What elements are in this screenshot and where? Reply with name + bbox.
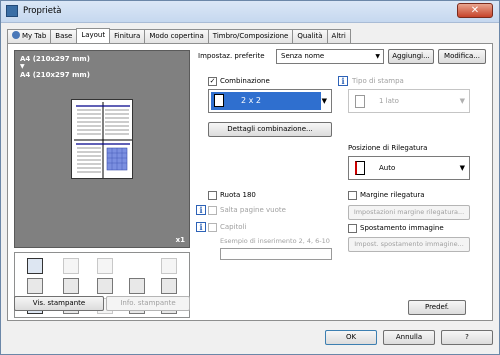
binding-position-label: Posizione di Rilegatura bbox=[348, 144, 428, 152]
printer-view-button[interactable]: Vis. stampante bbox=[14, 296, 104, 311]
print-preview: A4 (210x297 mm) ▼ A4 (210x297 mm) x1 bbox=[14, 50, 190, 248]
binding-margin-label: Margine rilegatura bbox=[360, 191, 425, 199]
font-icon[interactable] bbox=[97, 278, 113, 294]
tab-layout[interactable]: Layout bbox=[76, 28, 111, 43]
tab-qualita[interactable]: Qualità bbox=[292, 29, 328, 43]
tab-my-tab[interactable]: My Tab bbox=[7, 29, 52, 43]
cancel-button[interactable]: Annulla bbox=[383, 330, 435, 345]
user-icon bbox=[12, 31, 20, 39]
combination-select[interactable]: 2 x 2 ▼ bbox=[208, 89, 332, 113]
chapters-label: Capitoli bbox=[220, 223, 247, 231]
binding-margin-settings-button[interactable]: Impostazioni margine rilegatura... bbox=[348, 205, 470, 220]
poster-icon[interactable] bbox=[63, 258, 79, 274]
chapters-example: Esempio di inserimento 2, 4, 6-10 bbox=[220, 237, 330, 245]
binding-position-select[interactable]: Auto ▼ bbox=[348, 156, 470, 180]
rotate180-checkbox[interactable] bbox=[208, 191, 217, 200]
print-type-value: 1 lato bbox=[379, 97, 399, 105]
image-shift-label: Spostamento immagine bbox=[360, 224, 444, 232]
binding-edge-icon bbox=[355, 161, 365, 175]
binding-margin-checkbox[interactable] bbox=[348, 191, 357, 200]
window-title: Proprietà bbox=[23, 6, 62, 16]
page-layout-graphic bbox=[74, 102, 132, 178]
tab-altri[interactable]: Altri bbox=[326, 29, 351, 43]
add-favorite-button[interactable]: Aggiungi... bbox=[388, 49, 434, 64]
print-type-label: Tipo di stampa bbox=[352, 77, 404, 85]
chapters-input[interactable] bbox=[220, 248, 332, 260]
binding-position-value: Auto bbox=[379, 164, 396, 172]
properties-window: Proprietà ✕ My Tab Base Layout Finitura … bbox=[0, 0, 500, 355]
info-icon: i bbox=[196, 222, 206, 232]
rotate-icon[interactable] bbox=[161, 258, 177, 274]
tab-base[interactable]: Base bbox=[50, 29, 78, 43]
default-button[interactable]: Predef. bbox=[408, 300, 466, 315]
combination-details-button[interactable]: Dettagli combinazione... bbox=[208, 122, 332, 137]
image-shift-checkbox[interactable] bbox=[348, 224, 357, 233]
favorites-label: Impostaz. preferite bbox=[198, 52, 265, 60]
chevron-down-icon: ▼ bbox=[459, 164, 465, 172]
printer-info-button[interactable]: Info. stampante bbox=[106, 296, 190, 311]
favorites-select[interactable]: Senza nome ▼ bbox=[276, 49, 384, 64]
source-paper-size: A4 (210x297 mm) bbox=[20, 55, 90, 63]
close-button[interactable]: ✕ bbox=[457, 3, 493, 18]
chevron-down-icon: ▼ bbox=[375, 53, 380, 60]
combination-icon[interactable] bbox=[27, 258, 43, 274]
combination-value: 2 x 2 bbox=[241, 96, 261, 105]
stamp-icon[interactable] bbox=[161, 278, 177, 294]
tab-modo-copertina[interactable]: Modo copertina bbox=[144, 29, 209, 43]
info-icon: i bbox=[338, 76, 348, 86]
binding-icon[interactable] bbox=[27, 278, 43, 294]
ok-button[interactable]: OK bbox=[325, 330, 377, 345]
tab-strip: My Tab Base Layout Finitura Modo coperti… bbox=[7, 28, 351, 43]
copies-indicator: x1 bbox=[175, 236, 185, 244]
combination-checkbox[interactable]: ✓ bbox=[208, 77, 217, 86]
edit-favorite-button[interactable]: Modifica... bbox=[438, 49, 486, 64]
skip-blank-label: Salta pagine vuote bbox=[220, 206, 286, 214]
output-paper-size: A4 (210x297 mm) bbox=[20, 71, 90, 79]
printer-icon bbox=[6, 5, 18, 17]
chevron-down-icon: ▼ bbox=[459, 97, 465, 105]
layout-panel: A4 (210x297 mm) ▼ A4 (210x297 mm) x1 Imp… bbox=[7, 43, 493, 321]
tab-timbro-composizione[interactable]: Timbro/Composizione bbox=[207, 29, 294, 43]
grid-page-icon bbox=[214, 94, 224, 107]
chevron-down-icon: ▼ bbox=[321, 97, 327, 105]
rotate180-label: Ruota 180 bbox=[220, 191, 256, 199]
skip-blank-checkbox[interactable] bbox=[208, 206, 217, 215]
booklet-icon[interactable] bbox=[97, 258, 113, 274]
page-icon bbox=[355, 95, 365, 108]
print-type-select[interactable]: 1 lato ▼ bbox=[348, 89, 470, 113]
favorites-value: Senza nome bbox=[281, 52, 325, 60]
info-icon: i bbox=[196, 205, 206, 215]
image-shift-settings-button[interactable]: Impost. spostamento immagine... bbox=[348, 237, 470, 252]
preview-sheet bbox=[71, 99, 133, 179]
tab-finitura[interactable]: Finitura bbox=[109, 29, 146, 43]
chapters-icon[interactable] bbox=[63, 278, 79, 294]
combination-label: Combinazione bbox=[220, 77, 270, 85]
down-arrow-icon: ▼ bbox=[20, 63, 25, 70]
help-button[interactable]: ? bbox=[441, 330, 493, 345]
watermark-icon[interactable] bbox=[129, 278, 145, 294]
title-bar: Proprietà ✕ bbox=[1, 1, 499, 23]
chapters-checkbox[interactable] bbox=[208, 223, 217, 232]
